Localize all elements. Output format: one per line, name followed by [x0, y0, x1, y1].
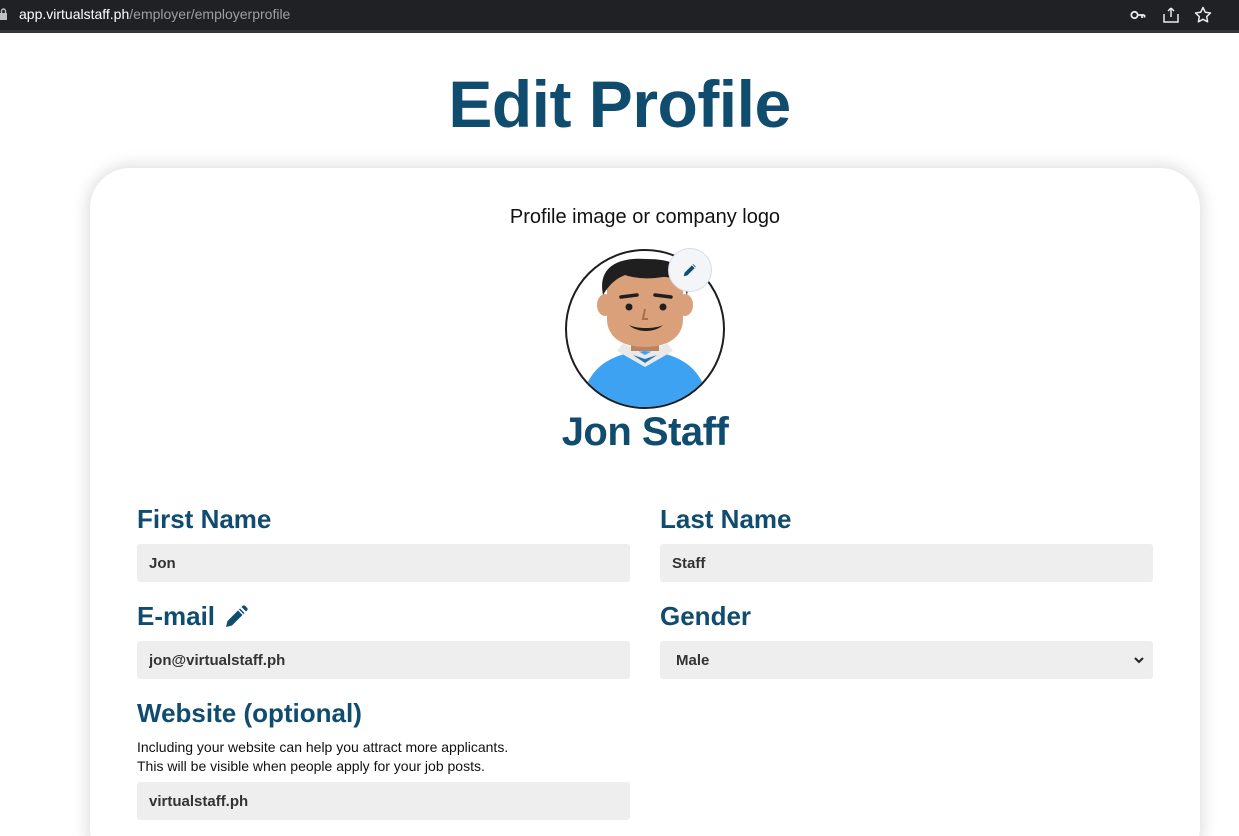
star-icon[interactable]: [1193, 5, 1213, 25]
page-title: Edit Profile: [448, 67, 791, 141]
pencil-icon: [683, 264, 696, 277]
email-label-text: E-mail: [137, 601, 216, 631]
key-icon[interactable]: [1128, 5, 1148, 25]
first-name-input[interactable]: [137, 544, 630, 582]
website-help-text: Including your website can help you attr…: [137, 738, 508, 776]
url-path: /employer/employerprofile: [129, 6, 291, 22]
website-help-line-1: Including your website can help you attr…: [137, 739, 509, 755]
chevron-down-icon: [1134, 657, 1144, 664]
website-input[interactable]: [137, 782, 630, 820]
url-host: app.virtualstaff.ph: [19, 6, 130, 22]
gender-label-text: Gender: [660, 601, 752, 631]
last-name-input[interactable]: [660, 544, 1153, 582]
last-name-label-text: Last Name: [660, 504, 792, 534]
address-bar[interactable]: app.virtualstaff.ph/employer/employerpro…: [19, 6, 290, 22]
website-label-text: Website (optional): [137, 698, 362, 728]
lock-icon[interactable]: [0, 7, 8, 21]
browser-toolbar: app.virtualstaff.ph/employer/employerpro…: [0, 0, 1239, 33]
first-name-label-text: First Name: [137, 504, 272, 534]
website-label: Website (optional): [137, 698, 362, 729]
email-edit-pencil-icon[interactable]: [223, 604, 249, 630]
share-icon[interactable]: [1161, 5, 1181, 25]
gender-selected-value: Male: [676, 651, 710, 669]
last-name-label: Last Name: [660, 504, 792, 535]
avatar-edit-button[interactable]: [668, 248, 712, 292]
gender-select[interactable]: Male: [660, 641, 1153, 679]
profile-image-label: Profile image or company logo: [509, 206, 781, 228]
profile-display-name: Jon Staff: [561, 410, 729, 454]
email-input[interactable]: [137, 641, 630, 679]
website-help-line-2: This will be visible when people apply f…: [137, 758, 485, 774]
first-name-label: First Name: [137, 504, 271, 535]
gender-label: Gender: [660, 601, 751, 632]
email-label: E-mail: [137, 601, 249, 632]
profile-card: Profile image or company logo Jon Staff …: [90, 168, 1200, 836]
browser-divider: [0, 30, 1239, 33]
